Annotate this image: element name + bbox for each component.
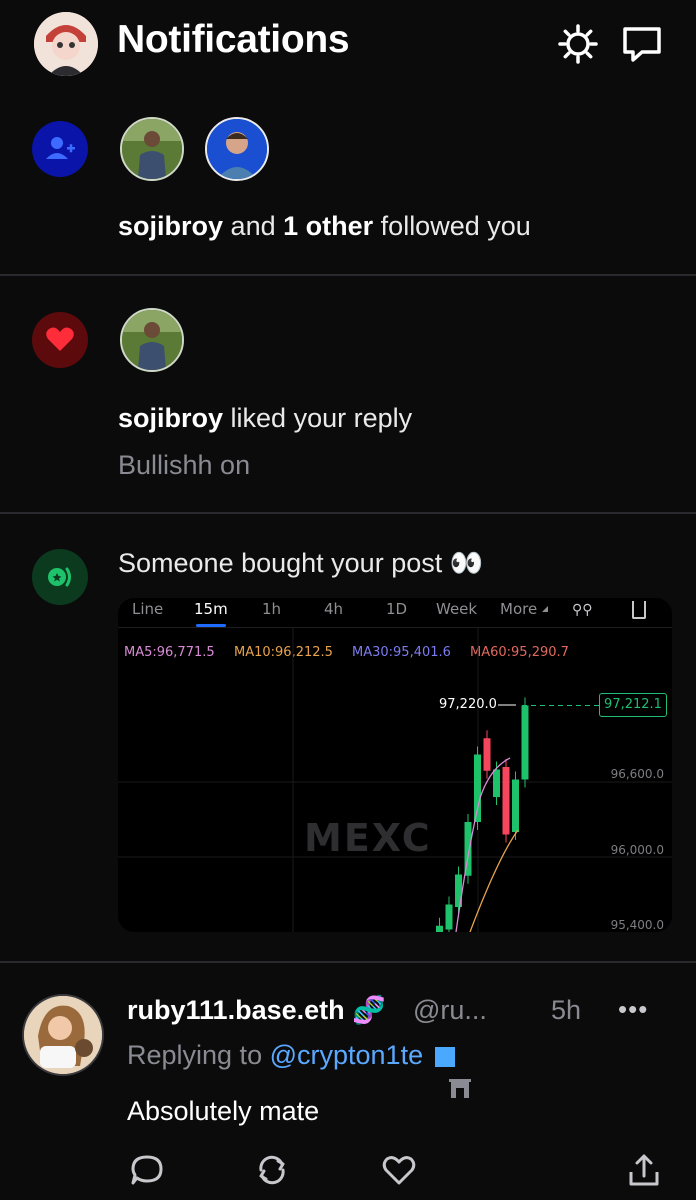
share-icon[interactable] [626, 1152, 662, 1188]
candlestick-chart [118, 628, 672, 932]
author-handle[interactable]: @ru... [413, 995, 487, 1026]
message-bubble-icon[interactable] [620, 22, 664, 66]
coin-icon [32, 549, 88, 605]
divider [0, 274, 696, 276]
y-tick-label: 95,400.0 [610, 918, 664, 932]
timestamp: 5h [551, 995, 582, 1025]
more-options-icon[interactable]: ••• [618, 994, 648, 1025]
divider [0, 961, 696, 963]
divider [0, 512, 696, 514]
reply-preview[interactable]: Bullishh on [118, 450, 250, 481]
action-text: liked your reply [230, 403, 413, 433]
connector-text: and [230, 211, 276, 241]
action-text: followed you [380, 211, 531, 241]
gear-icon[interactable] [556, 22, 600, 66]
avatar[interactable] [22, 994, 104, 1076]
reply-text: Absolutely mate [127, 1096, 320, 1126]
avatar[interactable] [120, 117, 184, 181]
avatar[interactable] [120, 308, 184, 372]
ma5-line [455, 757, 511, 932]
others-count[interactable]: 1 other [283, 211, 373, 241]
notification-text: sojibroy and 1 other followed you [118, 211, 531, 242]
repost-icon[interactable] [254, 1152, 290, 1188]
add-user-icon [32, 121, 88, 177]
arch-badge-icon [448, 1078, 472, 1098]
page-title: Notifications [117, 18, 350, 61]
candle [512, 779, 519, 832]
candle [493, 769, 500, 797]
candle [521, 705, 529, 780]
replying-to-link[interactable]: @crypton1te [270, 1040, 423, 1070]
candle [445, 904, 453, 930]
post-chart-image[interactable]: Line 15m 1h 4h 1D Week More ⚲⚲ MA5:96,77… [118, 598, 672, 932]
actor-name[interactable]: sojibroy [118, 403, 223, 433]
y-tick-label: 96,000.0 [610, 843, 664, 857]
watermark-text: MEXC [304, 816, 432, 860]
notification-text: sojibroy liked your reply [118, 403, 412, 434]
notification-text: Someone bought your post 👀 [118, 548, 484, 578]
reply-icon[interactable] [129, 1152, 165, 1188]
replying-prefix: Replying to [127, 1040, 263, 1070]
ma10-line [469, 829, 519, 932]
candle [436, 925, 443, 932]
heart-icon [32, 312, 88, 368]
author-name[interactable]: ruby111.base.eth 🧬 [127, 994, 386, 1026]
candle [474, 754, 481, 822]
high-price-label: 97,220.0 [439, 697, 497, 712]
like-icon[interactable] [381, 1152, 417, 1188]
replying-to: Replying to @crypton1te [127, 1040, 455, 1071]
actor-name[interactable]: sojibroy [118, 211, 223, 241]
candle [502, 767, 510, 835]
avatar[interactable] [205, 117, 269, 181]
header: Notifications [0, 0, 696, 90]
badge-icon [434, 1046, 455, 1067]
candle [483, 738, 491, 771]
current-price-label: 97,212.1 [599, 693, 667, 717]
profile-avatar[interactable] [34, 12, 98, 76]
y-tick-label: 96,600.0 [610, 767, 664, 781]
